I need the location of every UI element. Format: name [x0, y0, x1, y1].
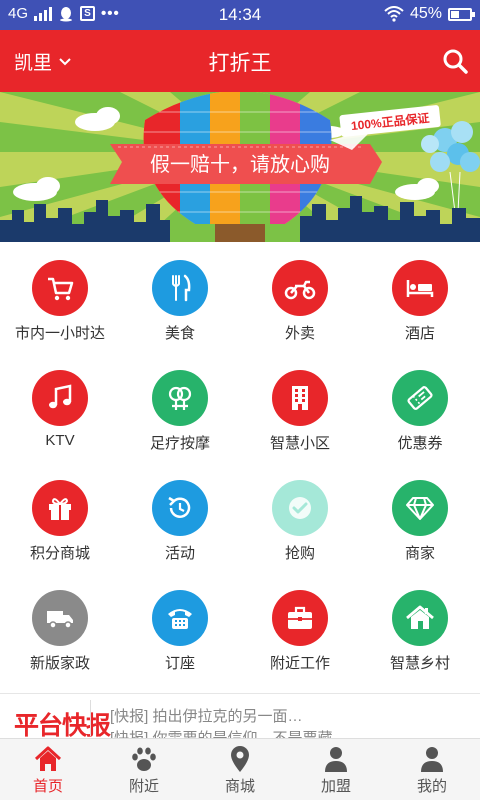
nav-home[interactable]: 首页	[0, 739, 96, 800]
grid-item-label: 附近工作	[269, 655, 330, 672]
grid-item-reservation[interactable]: 订座	[120, 578, 240, 688]
search-icon[interactable]	[440, 46, 470, 76]
grid-icon-bg	[152, 370, 208, 426]
grid-item-massage[interactable]: 足疗按摩	[120, 358, 240, 468]
grid-item-housekeeping[interactable]: 新版家政	[0, 578, 120, 688]
grid-item-label: 市内一小时达	[14, 325, 105, 342]
wifi-icon	[384, 6, 404, 22]
house-icon	[406, 605, 434, 629]
status-right: 45%	[384, 5, 475, 23]
grid-item-label: 订座	[164, 655, 195, 672]
grid-icon-bg	[392, 260, 448, 316]
grid-item-smart-village[interactable]: 智慧乡村	[360, 578, 480, 688]
grid-icon-bg	[152, 480, 208, 536]
grid-icon-bg	[32, 590, 88, 646]
nav-label: 商城	[224, 778, 255, 795]
grid-icon-bg	[272, 370, 328, 426]
grid-item-label: 商家	[404, 545, 435, 562]
news-logo: 平台快报	[14, 711, 111, 740]
bottom-nav: 首页 附近 商城 加盟 我的	[0, 738, 480, 800]
grid-icon-bg	[272, 590, 328, 646]
grid-item-city-delivery[interactable]: 市内一小时达	[0, 248, 120, 358]
news-ticker[interactable]: 平台快报 [快报] 拍出伊拉克的另一面… [快报] 你需要的是信仰，不是票藏	[0, 694, 480, 740]
truck-icon	[47, 611, 73, 629]
grid-item-label: 足疗按摩	[149, 435, 210, 452]
city-name: 凯里	[14, 53, 53, 74]
grid-item-flash-sale[interactable]: 抢购	[240, 468, 360, 578]
nav-mall[interactable]: 商城	[192, 739, 288, 800]
grid-item-takeout[interactable]: 外卖	[240, 248, 360, 358]
grid-item-merchants[interactable]: 商家	[360, 468, 480, 578]
nav-mine[interactable]: 我的	[384, 739, 480, 800]
person-icon	[325, 747, 347, 772]
grid-item-label: 活动	[164, 545, 195, 562]
gift-icon	[49, 498, 71, 520]
diamond-icon	[406, 497, 434, 520]
banner-artwork: 假一赔十，请放心购 100%正品保证	[0, 92, 480, 242]
refresh-clock-icon	[168, 496, 191, 518]
grid-item-ktv[interactable]: KTV	[0, 358, 120, 468]
app-header: 凯里 打折王	[0, 30, 480, 92]
check-icon	[289, 497, 311, 519]
grid-item-label: KTV	[45, 432, 75, 449]
grid-icon-bg	[152, 260, 208, 316]
fork-knife-icon	[172, 274, 191, 302]
grid-item-hotel[interactable]: 酒店	[360, 248, 480, 358]
grid-item-label: 积分商城	[29, 545, 90, 562]
nav-nearby[interactable]: 附近	[96, 739, 192, 800]
grid-icon-bg	[392, 590, 448, 646]
grid-item-smart-community[interactable]: 智慧小区	[240, 358, 360, 468]
person-icon	[421, 747, 443, 772]
battery-percent: 45%	[409, 5, 442, 22]
bed-icon	[406, 280, 434, 297]
grid-icon-bg	[32, 370, 88, 426]
grid-item-label: 智慧小区	[269, 435, 330, 452]
grid-icon-bg	[392, 370, 448, 426]
grid-item-label: 抢购	[284, 545, 315, 562]
grid-icon-bg	[392, 480, 448, 536]
grid-icon-bg	[32, 260, 88, 316]
grid-item-points-mall[interactable]: 积分商城	[0, 468, 120, 578]
gender-rings-icon	[168, 386, 192, 410]
nav-label: 附近	[128, 778, 159, 795]
phone-icon	[168, 609, 192, 629]
banner-slogan: 假一赔十，请放心购	[150, 152, 330, 176]
grid-icon-bg	[152, 590, 208, 646]
grid-item-food[interactable]: 美食	[120, 248, 240, 358]
battery-icon	[448, 7, 475, 21]
grid-item-label: 优惠券	[397, 435, 443, 452]
ticket-icon	[407, 386, 433, 410]
paw-icon	[132, 747, 156, 771]
home-icon	[34, 746, 62, 771]
grid-item-label: 智慧乡村	[389, 655, 450, 672]
news-separator	[90, 700, 91, 736]
motorcycle-icon	[284, 280, 316, 300]
news-item[interactable]: [快报] 拍出伊拉克的另一面…	[110, 705, 303, 726]
grid-item-label: 酒店	[404, 325, 435, 342]
building-icon	[292, 386, 308, 410]
location-pin-icon	[231, 746, 249, 772]
grid-item-label: 外卖	[284, 325, 315, 342]
grid-icon-bg	[272, 480, 328, 536]
grid-icon-bg	[32, 480, 88, 536]
grid-item-nearby-jobs[interactable]: 附近工作	[240, 578, 360, 688]
grid-item-label: 新版家政	[29, 655, 90, 672]
city-selector[interactable]: 凯里	[14, 48, 72, 75]
nav-label: 首页	[32, 778, 63, 795]
grid-item-events[interactable]: 活动	[120, 468, 240, 578]
promo-banner[interactable]: 假一赔十，请放心购 100%正品保证	[0, 92, 480, 242]
cart-icon	[48, 277, 74, 301]
briefcase-icon	[288, 606, 312, 629]
music-note-icon	[49, 384, 72, 409]
grid-item-label: 美食	[164, 325, 195, 342]
grid-icon-bg	[272, 260, 328, 316]
nav-franchise[interactable]: 加盟	[288, 739, 384, 800]
nav-label: 我的	[416, 778, 447, 795]
status-bar: 4G S ••• 14:34 45%	[0, 0, 480, 30]
chevron-down-icon	[59, 57, 71, 65]
nav-label: 加盟	[320, 778, 351, 795]
grid-item-coupons[interactable]: 优惠券	[360, 358, 480, 468]
